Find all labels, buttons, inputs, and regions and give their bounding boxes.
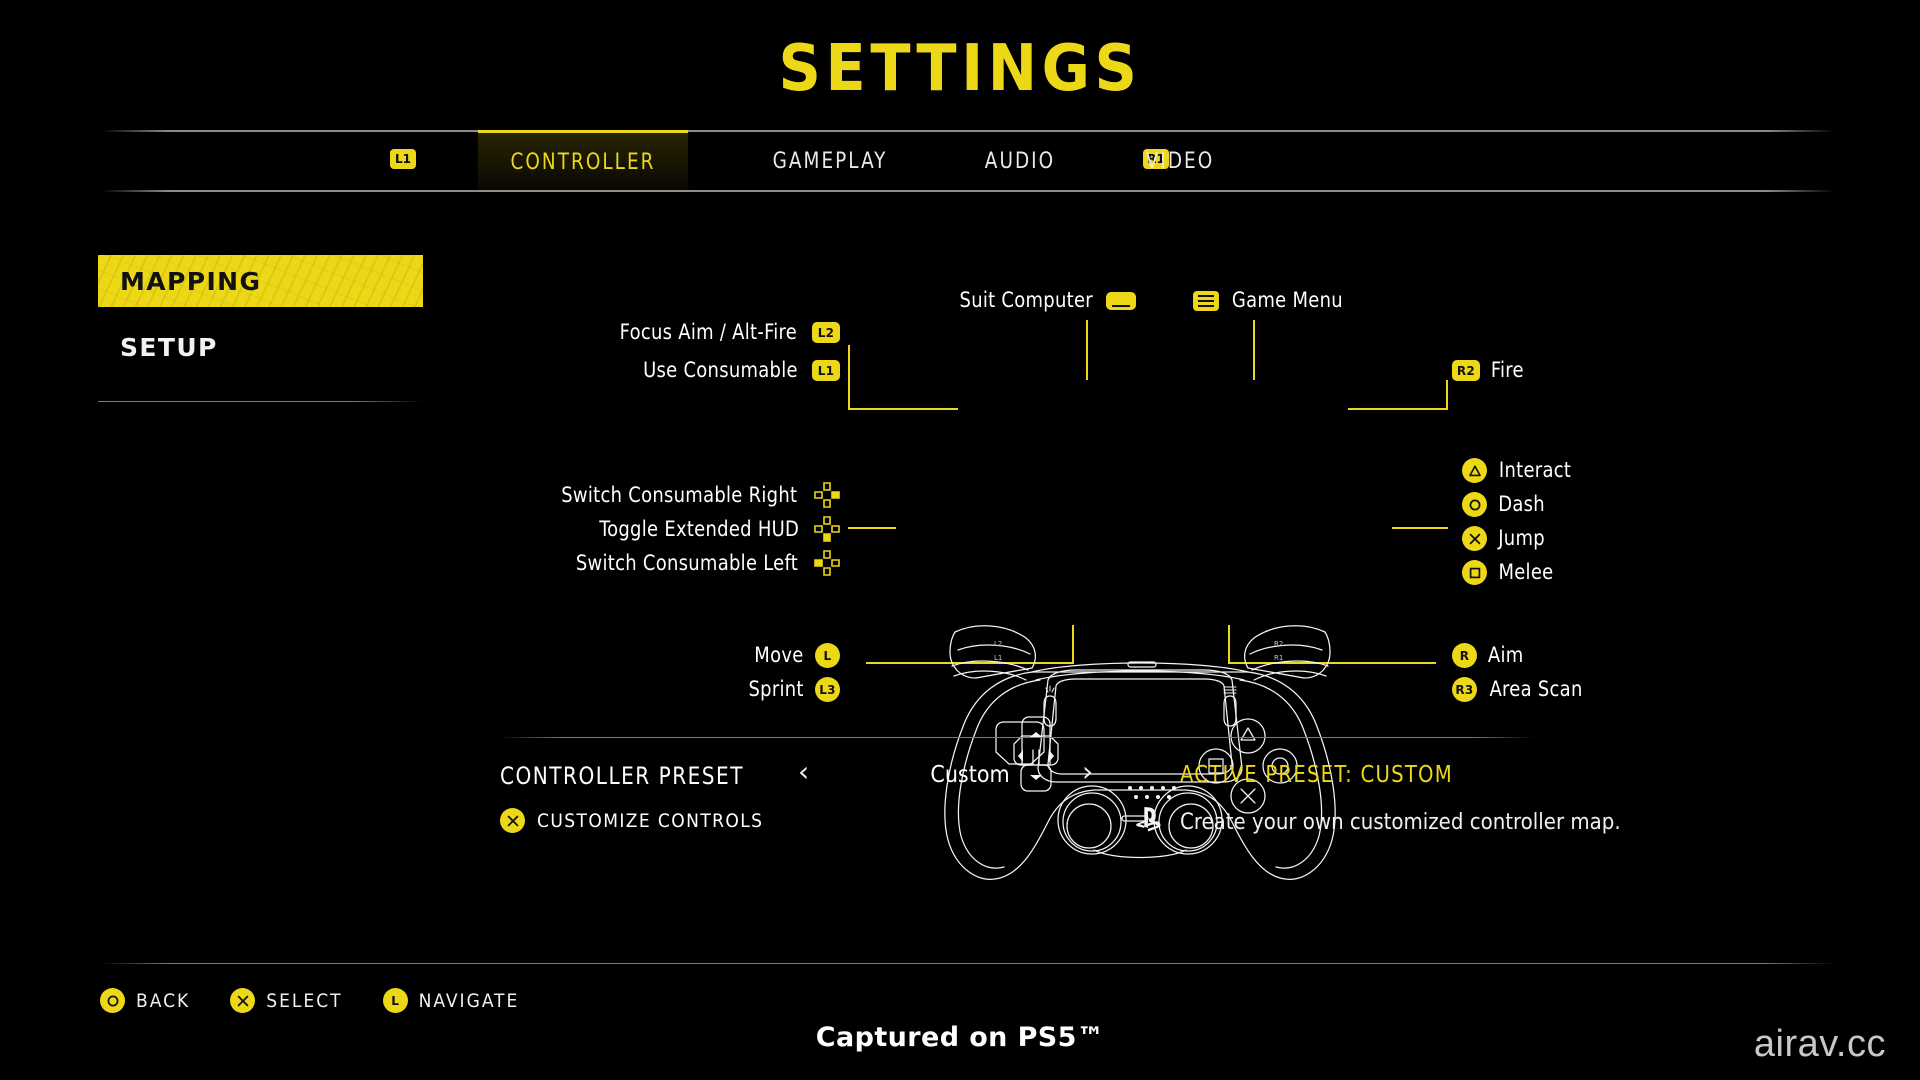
mapping-fire[interactable]: R2 Fire (1452, 360, 1525, 381)
connector-dpad (848, 527, 896, 529)
mapping-interact-label: Interact (1498, 458, 1572, 482)
footer-action-back-label: BACK (136, 989, 191, 1012)
l2-badge-icon: L2 (812, 322, 840, 343)
sidebar-item-mapping-label: MAPPING (120, 266, 262, 296)
mapping-jump[interactable]: Jump (1462, 526, 1546, 551)
tab-audio-label: AUDIO (984, 148, 1056, 174)
footer-action-select[interactable]: SELECT (230, 988, 342, 1013)
svg-text:R2: R2 (1274, 640, 1283, 648)
customize-controls-label: CUSTOMIZE CONTROLS (537, 809, 764, 832)
mapping-dash[interactable]: Dash (1462, 492, 1546, 517)
mapping-fire-label: Fire (1490, 358, 1524, 382)
preset-divider (500, 737, 1535, 738)
mapping-area-scan[interactable]: R3 Area Scan (1452, 677, 1585, 702)
mapping-focus-aim[interactable]: Focus Aim / Alt-Fire L2 (560, 322, 840, 343)
footer-action-back[interactable]: BACK (100, 988, 190, 1013)
mapping-dash-label: Dash (1498, 492, 1545, 516)
watermark: airav.cc (1753, 1023, 1886, 1065)
active-preset-text: ACTIVE PRESET: CUSTOM (1180, 762, 1453, 788)
mapping-sprint-label: Sprint (748, 677, 804, 701)
mapping-melee[interactable]: Melee (1462, 560, 1555, 585)
right-stick-icon: R (1452, 643, 1477, 668)
prev-tab-badge-l1[interactable]: L1 (390, 149, 416, 169)
square-button-icon (1462, 560, 1487, 585)
triangle-button-icon (1462, 458, 1487, 483)
mapping-use-consumable-label: Use Consumable (643, 358, 798, 382)
mapping-move-label: Move (754, 643, 804, 667)
left-stick-icon: L (382, 988, 408, 1013)
tab-video[interactable]: VIDEO (1115, 130, 1245, 192)
controller-mapping-diagram: Suit Computer Game Menu Focus Aim / Alt-… (0, 250, 1920, 880)
mapping-use-consumable[interactable]: Use Consumable L1 (560, 360, 840, 381)
preset-value[interactable]: Custom (880, 762, 1060, 788)
captured-on-ps5-note: Captured on PS5™ (815, 1022, 1105, 1053)
mapping-focus-aim-label: Focus Aim / Alt-Fire (619, 320, 798, 344)
mapping-area-scan-label: Area Scan (1489, 677, 1583, 701)
tab-gameplay-label: GAMEPLAY (772, 148, 888, 174)
cross-button-icon (500, 808, 525, 833)
dpad-right-icon (814, 482, 840, 508)
tab-audio[interactable]: AUDIO (955, 130, 1085, 192)
footer-legend: BACK SELECT L NAVIGATE (100, 988, 519, 1013)
mapping-interact[interactable]: Interact (1462, 458, 1573, 483)
preset-prev-arrow[interactable]: ‹ (798, 758, 809, 786)
l1-badge-icon: L1 (812, 360, 840, 381)
tab-controller-label: CONTROLLER (510, 150, 656, 175)
settings-screen: SETTINGS L1 R1 CONTROLLER GAMEPLAY AUDIO… (0, 0, 1920, 1080)
left-stick-press-icon: L3 (815, 677, 840, 702)
connector-right-shoulder (1348, 408, 1448, 410)
mapping-aim[interactable]: R Aim (1452, 643, 1524, 668)
footer-divider (100, 963, 1835, 964)
tab-controller[interactable]: CONTROLLER (477, 130, 689, 192)
mapping-switch-consumable-right[interactable]: Switch Consumable Right (480, 482, 840, 508)
connector-face-buttons (1392, 527, 1448, 529)
dpad-down-icon (814, 516, 840, 542)
dpad-left-icon (814, 550, 840, 576)
customize-controls-button[interactable]: CUSTOMIZE CONTROLS (500, 808, 763, 833)
mapping-game-menu-label: Game Menu (1231, 288, 1343, 312)
mapping-melee-label: Melee (1498, 560, 1554, 584)
footer-action-navigate[interactable]: L NAVIGATE (382, 988, 520, 1013)
left-stick-icon: L (815, 643, 840, 668)
mapping-switch-consumable-left[interactable]: Switch Consumable Left (480, 550, 840, 576)
touchpad-icon (1106, 291, 1137, 310)
connector-left-shoulder-vert (848, 345, 850, 410)
connector-suit-computer (1086, 320, 1088, 380)
mapping-move[interactable]: Move L (660, 643, 840, 668)
svg-text:L2: L2 (994, 640, 1002, 648)
sidebar-item-setup-label: SETUP (120, 332, 218, 362)
mapping-switch-consumable-left-label: Switch Consumable Left (575, 550, 799, 575)
mapping-switch-consumable-right-label: Switch Consumable Right (561, 482, 798, 507)
svg-text:L1: L1 (994, 654, 1002, 662)
preset-next-arrow[interactable]: › (1082, 758, 1093, 786)
mapping-sprint[interactable]: Sprint L3 (660, 677, 840, 702)
tab-bar: L1 R1 CONTROLLER GAMEPLAY AUDIO VIDEO (100, 130, 1835, 192)
preset-description: Create your own customized controller ma… (1180, 810, 1621, 835)
r2-badge-icon: R2 (1452, 360, 1480, 381)
mapping-suit-computer-label: Suit Computer (959, 288, 1093, 312)
footer-action-select-label: SELECT (266, 989, 343, 1012)
preset-label: CONTROLLER PRESET (500, 762, 744, 790)
mapping-toggle-extended-hud-label: Toggle Extended HUD (598, 516, 799, 541)
mapping-game-menu[interactable]: Game Menu (1193, 290, 1346, 311)
mapping-aim-label: Aim (1487, 643, 1524, 667)
circle-button-icon (100, 988, 125, 1013)
connector-left-shoulder (848, 408, 958, 410)
connector-right-shoulder-vert (1446, 380, 1448, 410)
circle-button-icon (1462, 492, 1487, 517)
mapping-jump-label: Jump (1498, 526, 1545, 550)
cross-button-icon (230, 988, 256, 1013)
cross-button-icon (1462, 526, 1487, 551)
mapping-toggle-extended-hud[interactable]: Toggle Extended HUD (480, 516, 840, 542)
tab-gameplay[interactable]: GAMEPLAY (746, 130, 913, 192)
connector-game-menu (1253, 320, 1255, 380)
options-menu-icon (1193, 290, 1219, 311)
tab-video-label: VIDEO (1145, 148, 1215, 174)
svg-text:R1: R1 (1274, 654, 1283, 662)
right-stick-press-icon: R3 (1452, 677, 1477, 702)
mapping-suit-computer[interactable]: Suit Computer (956, 288, 1137, 312)
page-title: SETTINGS (778, 32, 1142, 106)
footer-action-navigate-label: NAVIGATE (418, 989, 520, 1012)
